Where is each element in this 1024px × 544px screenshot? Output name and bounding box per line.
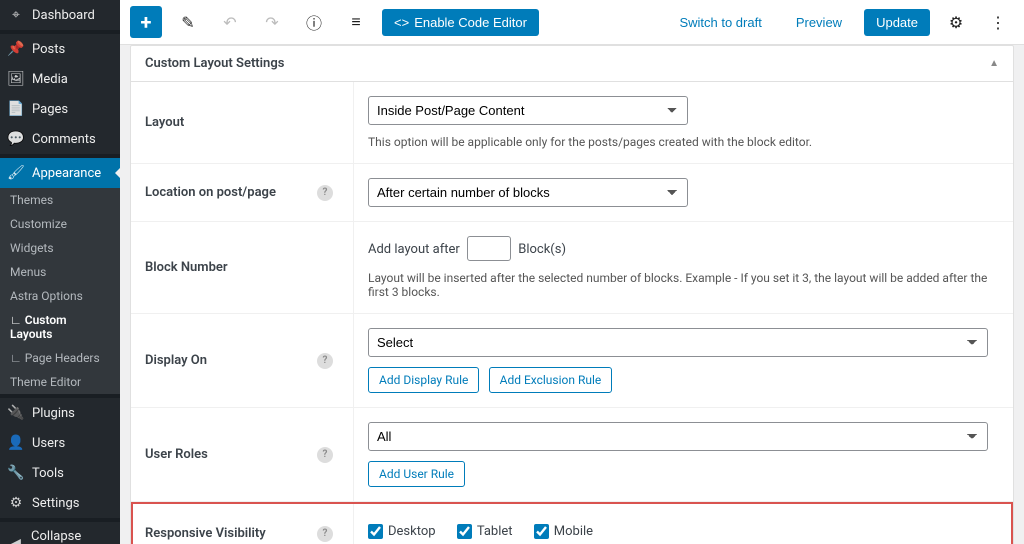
undo-icon[interactable]: ↶ (214, 6, 246, 38)
block-number-input[interactable] (467, 236, 511, 261)
sidebar-item-pages[interactable]: 📄 Pages (0, 94, 120, 124)
sidebar-item-label: Settings (32, 496, 79, 511)
help-icon[interactable]: ? (317, 353, 333, 369)
subitem-menus[interactable]: Menus (0, 260, 120, 284)
subitem-widgets[interactable]: Widgets (0, 236, 120, 260)
sidebar-item-label: Media (32, 72, 68, 87)
field-label: Responsive Visibility (145, 526, 266, 541)
text-before: Add layout after (368, 242, 460, 257)
collapse-icon: ◀ (8, 536, 23, 544)
row-location: Location on post/page? After certain num… (131, 164, 1013, 222)
row-user-roles: User Roles? All Add User Rule (131, 408, 1013, 502)
custom-layout-settings-panel: Custom Layout Settings ▲ Layout Inside P… (130, 45, 1014, 544)
sidebar-item-comments[interactable]: 💬 Comments (0, 124, 120, 154)
subitem-theme-editor[interactable]: Theme Editor (0, 370, 120, 394)
field-description: Layout will be inserted after the select… (368, 271, 999, 299)
info-icon[interactable]: ⓘ (298, 6, 330, 38)
users-icon: 👤 (8, 435, 24, 451)
help-icon[interactable]: ? (317, 526, 333, 542)
redo-icon[interactable]: ↷ (256, 6, 288, 38)
pages-icon: 📄 (8, 101, 24, 117)
edit-icon[interactable]: ✎ (172, 6, 204, 38)
admin-sidebar: ⌖ Dashboard 📌 Posts 🖼 Media 📄 Pages 💬 Comment… (0, 0, 120, 544)
field-label: Display On (145, 353, 207, 368)
subitem-astra-options[interactable]: Astra Options (0, 284, 120, 308)
user-roles-select[interactable]: All (368, 422, 988, 451)
preview-button[interactable]: Preview (784, 9, 854, 36)
tools-icon: 🔧 (8, 465, 24, 481)
add-user-rule-button[interactable]: Add User Rule (368, 461, 465, 487)
posts-icon: 📌 (8, 41, 24, 57)
sidebar-item-collapse[interactable]: ◀ Collapse menu (0, 522, 120, 544)
display-on-select[interactable]: Select (368, 328, 988, 357)
row-layout: Layout Inside Post/Page Content This opt… (131, 82, 1013, 164)
add-block-button[interactable]: + (130, 6, 162, 38)
sidebar-item-label: Posts (32, 42, 65, 57)
tablet-checkbox[interactable] (457, 524, 472, 539)
field-label: Layout (145, 115, 184, 130)
update-button[interactable]: Update (864, 9, 930, 36)
sidebar-submenu: Themes Customize Widgets Menus Astra Opt… (0, 188, 120, 394)
desktop-checkbox[interactable] (368, 524, 383, 539)
appearance-icon: 🖌 (8, 165, 24, 181)
mobile-checkbox-label[interactable]: Mobile (534, 524, 593, 539)
panel-header[interactable]: Custom Layout Settings ▲ (131, 46, 1013, 82)
help-icon[interactable]: ? (317, 447, 333, 463)
subitem-page-headers[interactable]: ∟ Page Headers (0, 346, 120, 370)
tablet-checkbox-label[interactable]: Tablet (457, 524, 513, 539)
mobile-checkbox[interactable] (534, 524, 549, 539)
sidebar-item-settings[interactable]: ⚙ Settings (0, 488, 120, 518)
field-label: User Roles (145, 447, 208, 462)
outline-icon[interactable]: ≡ (340, 6, 372, 38)
sidebar-item-label: Dashboard (32, 8, 95, 23)
media-icon: 🖼 (8, 71, 24, 87)
sidebar-item-label: Tools (32, 466, 64, 481)
desktop-checkbox-label[interactable]: Desktop (368, 524, 436, 539)
row-responsive-visibility: Responsive Visibility? Desktop Tablet Mo… (131, 502, 1013, 544)
dashboard-icon: ⌖ (8, 7, 24, 23)
sidebar-item-label: Collapse menu (31, 529, 112, 544)
gear-icon[interactable]: ⚙ (940, 6, 972, 38)
row-block-number: Block Number Add layout after Block(s) L… (131, 222, 1013, 314)
code-icon: <> (394, 15, 409, 30)
row-display-on: Display On? Select Add Display Rule Add … (131, 314, 1013, 408)
field-description: This option will be applicable only for … (368, 135, 999, 149)
sidebar-item-tools[interactable]: 🔧 Tools (0, 458, 120, 488)
location-select[interactable]: After certain number of blocks (368, 178, 688, 207)
help-icon[interactable]: ? (317, 185, 333, 201)
subitem-themes[interactable]: Themes (0, 188, 120, 212)
subitem-customize[interactable]: Customize (0, 212, 120, 236)
sidebar-item-label: Comments (32, 132, 96, 147)
enable-code-editor-button[interactable]: <>Enable Code Editor (382, 9, 539, 36)
sidebar-item-label: Plugins (32, 406, 75, 421)
field-label: Location on post/page (145, 185, 276, 200)
sidebar-item-appearance[interactable]: 🖌 Appearance (0, 158, 120, 188)
editor-topbar: + ✎ ↶ ↷ ⓘ ≡ <>Enable Code Editor Switch … (120, 0, 1024, 45)
add-exclusion-rule-button[interactable]: Add Exclusion Rule (489, 367, 613, 393)
sidebar-item-dashboard[interactable]: ⌖ Dashboard (0, 0, 120, 30)
sidebar-item-plugins[interactable]: 🔌 Plugins (0, 398, 120, 428)
plugins-icon: 🔌 (8, 405, 24, 421)
sidebar-item-label: Users (32, 436, 65, 451)
layout-select[interactable]: Inside Post/Page Content (368, 96, 688, 125)
panel-title: Custom Layout Settings (145, 56, 284, 71)
switch-to-draft-button[interactable]: Switch to draft (667, 9, 773, 36)
collapse-icon: ▲ (989, 58, 999, 69)
sidebar-item-posts[interactable]: 📌 Posts (0, 34, 120, 64)
sidebar-item-media[interactable]: 🖼 Media (0, 64, 120, 94)
add-display-rule-button[interactable]: Add Display Rule (368, 367, 479, 393)
text-after: Block(s) (518, 242, 566, 257)
comments-icon: 💬 (8, 131, 24, 147)
sidebar-item-label: Appearance (32, 166, 101, 181)
field-label: Block Number (145, 260, 228, 275)
more-icon[interactable]: ⋮ (982, 6, 1014, 38)
sidebar-item-users[interactable]: 👤 Users (0, 428, 120, 458)
sidebar-item-label: Pages (32, 102, 68, 117)
subitem-custom-layouts[interactable]: ∟ Custom Layouts (0, 308, 120, 346)
settings-icon: ⚙ (8, 495, 24, 511)
